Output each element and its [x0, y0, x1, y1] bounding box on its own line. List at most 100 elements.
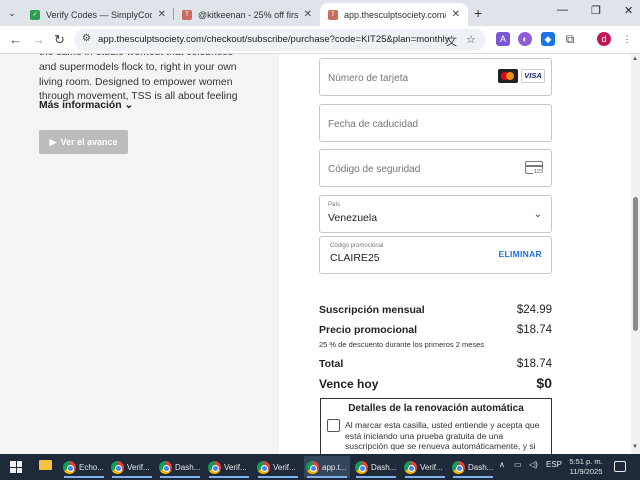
- clock[interactable]: 5:51 p. m. 11/9/2025: [566, 457, 606, 477]
- profile-initial: d: [601, 34, 607, 44]
- minimize-button[interactable]: —: [557, 4, 568, 16]
- taskbar-item-label: Verif...: [224, 462, 247, 472]
- promo-price-row: Precio promocional $18.74: [319, 324, 552, 336]
- clock-date: 11/9/2025: [569, 467, 603, 476]
- close-tab-icon[interactable]: ✕: [158, 9, 166, 20]
- taskbar-item-active[interactable]: app.t...: [304, 456, 350, 478]
- page-scrollbar[interactable]: ▲ ▼: [631, 54, 640, 454]
- tab-title: app.thesculptsociety.com/chec: [344, 9, 446, 20]
- tab-search-icon[interactable]: ⌄: [4, 5, 20, 21]
- chrome-icon: [452, 460, 465, 474]
- chrome-icon: [111, 460, 124, 474]
- back-button[interactable]: ←: [9, 32, 22, 48]
- tab-checkout[interactable]: T app.thesculptsociety.com/chec ✕: [320, 3, 468, 26]
- promo-code-value: CLAIRE25: [330, 252, 380, 264]
- taskbar-item-label: Verif...: [273, 462, 296, 472]
- card-number-field[interactable]: Número de tarjeta VISA: [319, 58, 552, 96]
- tss-icon: T: [328, 9, 338, 20]
- taskbar-item[interactable]: Dash...: [450, 456, 496, 478]
- chrome-icon: [355, 460, 368, 474]
- profile-avatar[interactable]: d: [597, 32, 611, 46]
- total-row: Total $18.74: [319, 358, 552, 370]
- tss-icon: T: [182, 9, 192, 20]
- taskbar-item[interactable]: Echo...: [61, 456, 107, 478]
- country-select[interactable]: País Venezuela ⌄: [319, 195, 552, 233]
- tab-title: Verify Codes — SimplyCodes: [46, 9, 152, 20]
- promo-price-label: Precio promocional: [319, 324, 418, 336]
- total-value: $18.74: [516, 358, 552, 370]
- running-indicator: [307, 476, 347, 478]
- remove-promo-button[interactable]: ELIMINAR: [499, 249, 542, 259]
- file-explorer-icon[interactable]: [39, 460, 52, 470]
- more-info-link[interactable]: Más información ⌄: [39, 99, 133, 111]
- tray-chevron-up-icon[interactable]: ∧: [499, 460, 505, 469]
- country-label: País: [328, 202, 341, 208]
- windows-taskbar: Echo... Verif... Dash... Verif... Verif.…: [0, 454, 640, 480]
- card-number-placeholder: Número de tarjeta: [328, 73, 409, 84]
- new-tab-button[interactable]: +: [474, 5, 482, 21]
- chrome-icon: [208, 460, 221, 474]
- reload-button[interactable]: ↻: [54, 32, 65, 48]
- promo-price: $18.74: [516, 324, 552, 336]
- chrome-icon: [159, 460, 172, 474]
- running-indicator: [112, 476, 152, 478]
- expiry-placeholder: Fecha de caducidad: [328, 119, 419, 130]
- site-info-icon[interactable]: ⚙: [82, 33, 91, 44]
- taskbar-item[interactable]: Verif...: [206, 456, 252, 478]
- windows-start-icon[interactable]: [10, 461, 22, 473]
- tab-kitkeenan[interactable]: T @kitkeenan - 25% off first 2 mo ✕: [174, 3, 320, 26]
- close-tab-icon[interactable]: ✕: [304, 9, 312, 20]
- notifications-icon[interactable]: [614, 461, 626, 472]
- maximize-button[interactable]: ❐: [591, 4, 601, 17]
- promo-code-label: Código promocional: [330, 243, 384, 249]
- url-text[interactable]: app.thesculptsociety.com/checkout/subscr…: [98, 34, 450, 45]
- subscription-price: $24.99: [516, 304, 552, 316]
- forward-button[interactable]: →: [32, 32, 45, 48]
- card-brand-logos: VISA: [498, 69, 545, 83]
- running-indicator: [209, 476, 249, 478]
- security-code-placeholder: Código de seguridad: [328, 164, 421, 175]
- shield-extension-icon[interactable]: ◆: [541, 32, 555, 46]
- taskbar-item-label: Dash...: [371, 462, 397, 472]
- due-today-value: $0: [536, 375, 552, 391]
- country-value: Venezuela: [328, 212, 378, 224]
- auto-renewal-checkbox[interactable]: [327, 419, 340, 432]
- taskbar-item[interactable]: Verif...: [109, 456, 155, 478]
- preview-button[interactable]: ▶ Ver el avance: [39, 130, 128, 154]
- network-icon[interactable]: ▭: [514, 460, 522, 469]
- taskbar-item[interactable]: Verif...: [255, 456, 301, 478]
- menu-kebab-icon[interactable]: ⋮: [620, 32, 634, 46]
- close-window-button[interactable]: ✕: [624, 4, 633, 17]
- cvc-card-icon: 123: [525, 161, 544, 175]
- scroll-up-icon[interactable]: ▲: [632, 56, 638, 62]
- plan-description: the same in-studio workout that celebrit…: [39, 54, 238, 103]
- extension-a-icon[interactable]: A: [496, 32, 510, 46]
- address-bar[interactable]: ⚙ app.thesculptsociety.com/checkout/subs…: [74, 29, 486, 51]
- scrollbar-thumb[interactable]: [633, 197, 638, 331]
- subscription-row: Suscripción mensual $24.99: [319, 304, 552, 316]
- total-label: Total: [319, 358, 344, 370]
- taskbar-item[interactable]: Verif...: [402, 456, 448, 478]
- auto-renewal-title: Detalles de la renovación automática: [348, 403, 524, 414]
- security-code-field[interactable]: Código de seguridad 123: [319, 149, 552, 187]
- language-indicator[interactable]: ESP: [546, 460, 562, 469]
- taskbar-item[interactable]: Dash...: [353, 456, 399, 478]
- chrome-icon: [63, 460, 76, 474]
- tab-simplycodes[interactable]: ✓ Verify Codes — SimplyCodes ✕: [22, 3, 174, 26]
- extension-circle-icon[interactable]: ◐: [518, 32, 532, 46]
- volume-icon[interactable]: ◁): [529, 460, 538, 469]
- taskbar-item[interactable]: Dash...: [157, 456, 203, 478]
- taskbar-item-label: Dash...: [175, 462, 201, 472]
- play-icon: ▶: [49, 136, 57, 147]
- close-tab-icon[interactable]: ✕: [452, 9, 460, 20]
- translate-icon[interactable]: 文: [446, 33, 457, 49]
- running-indicator: [64, 476, 104, 478]
- bookmark-star-icon[interactable]: ☆: [466, 33, 476, 46]
- scroll-down-icon[interactable]: ▼: [632, 444, 638, 450]
- chrome-icon: [306, 460, 319, 474]
- promo-code-field[interactable]: Código promocional CLAIRE25 ELIMINAR: [319, 236, 552, 274]
- extensions-puzzle-icon[interactable]: ⧉: [563, 32, 577, 46]
- expiry-date-field[interactable]: Fecha de caducidad: [319, 104, 552, 142]
- taskbar-item-label: Dash...: [468, 462, 494, 472]
- tab-title: @kitkeenan - 25% off first 2 mo: [198, 9, 298, 20]
